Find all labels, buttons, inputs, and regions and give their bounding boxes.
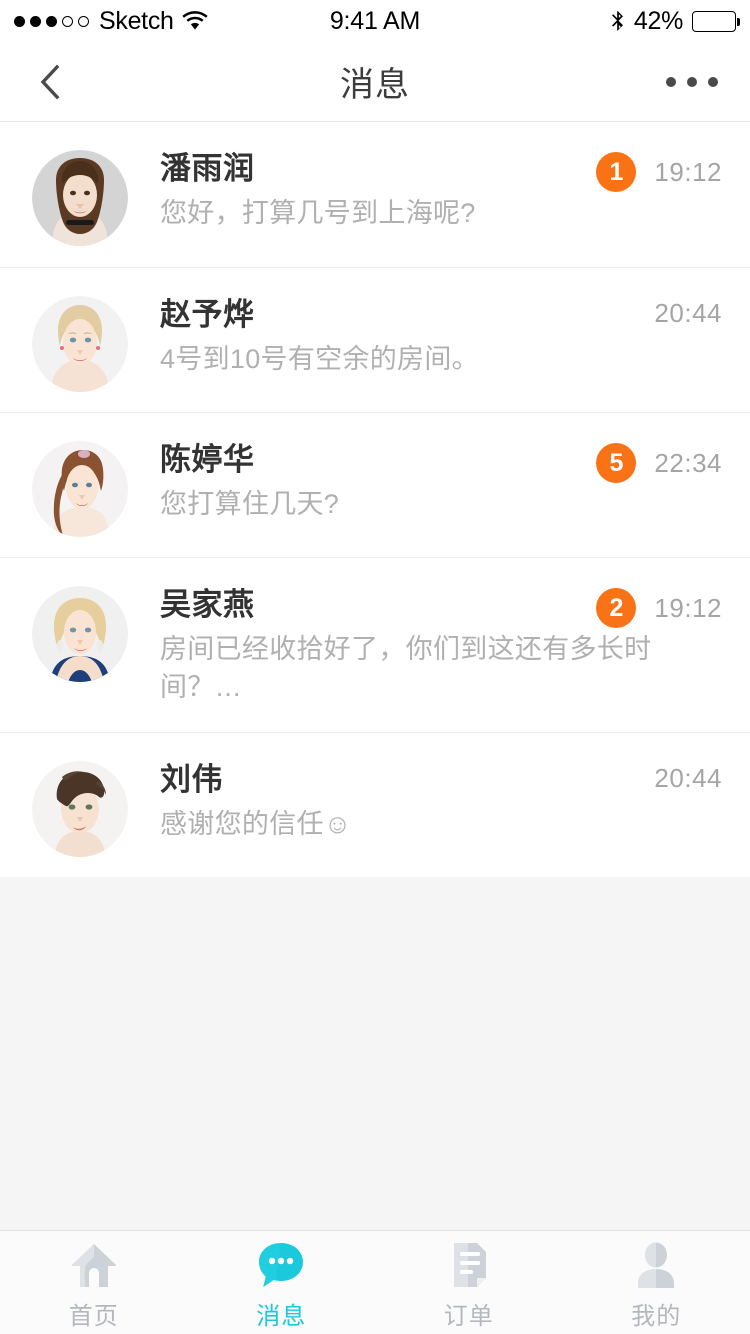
- tab-label: 订单: [443, 1302, 494, 1330]
- message-preview: 房间已经收拾好了，你们到这还有多长时间？…: [160, 634, 652, 702]
- avatar-liu-wei: [32, 761, 128, 857]
- message-time: 20:44: [654, 763, 722, 793]
- message-time: 22:34: [654, 447, 722, 478]
- tab-profile[interactable]: 我的: [563, 1231, 750, 1334]
- unread-badge: 5: [596, 443, 637, 483]
- nav-bar: 消息: [0, 42, 750, 122]
- battery-percentage: 42%: [633, 6, 683, 35]
- chat-bubble-icon: [255, 1239, 307, 1291]
- list-item-meta: 1 19:12: [596, 152, 722, 192]
- message-preview: 您好，打算几号到上海呢?: [160, 198, 476, 228]
- wifi-icon: [182, 11, 208, 31]
- battery-icon: [692, 10, 740, 32]
- back-chevron-icon: [39, 64, 61, 100]
- avatar-wu-jiayan: [32, 586, 128, 682]
- list-item-body: 刘伟 感谢您的信任☺: [128, 759, 720, 869]
- unread-badge: 1: [596, 152, 637, 192]
- home-icon: [68, 1239, 120, 1291]
- page-title: 消息: [340, 66, 410, 104]
- signal-strength-icon: [14, 15, 89, 27]
- list-item[interactable]: 刘伟 感谢您的信任☺ 20:44: [0, 732, 750, 877]
- avatar-chen-tinghua: [32, 441, 128, 537]
- list-item[interactable]: 吴家燕 房间已经收拾好了，你们到这还有多长时间？… 2 19:12: [0, 557, 750, 732]
- message-time: 19:12: [654, 592, 722, 623]
- message-preview: 4号到10号有空余的房间。: [160, 344, 479, 374]
- list-item[interactable]: 陈婷华 您打算住几天? 5 22:34: [0, 412, 750, 557]
- avatar-zhao-yuye: [32, 296, 128, 392]
- empty-area: [0, 877, 750, 1230]
- tab-orders[interactable]: 订单: [375, 1231, 563, 1334]
- phone-screen: Sketch 9:41 AM 42% 消息 潘雨润 您好，打算几号到上海呢? 1…: [0, 0, 750, 1334]
- bluetooth-icon: [610, 10, 625, 32]
- status-bar: Sketch 9:41 AM 42%: [0, 0, 750, 42]
- document-icon: [443, 1239, 495, 1291]
- list-item-meta: 5 22:34: [596, 443, 722, 483]
- list-item[interactable]: 赵予烨 4号到10号有空余的房间。 20:44: [0, 267, 750, 412]
- tab-label: 首页: [68, 1302, 119, 1330]
- unread-badge: 2: [596, 588, 637, 628]
- tab-home[interactable]: 首页: [0, 1231, 188, 1334]
- list-item-meta: 20:44: [654, 763, 722, 794]
- contact-name: 赵予烨: [160, 297, 255, 332]
- message-time: 20:44: [654, 298, 722, 328]
- more-options-icon: [666, 76, 676, 87]
- more-options-button[interactable]: [640, 42, 750, 122]
- status-bar-left: Sketch: [14, 7, 208, 36]
- avatar-pan-yurun: [32, 150, 128, 246]
- tab-messages[interactable]: 消息: [188, 1231, 376, 1334]
- message-preview: 感谢您的信任☺: [160, 809, 352, 839]
- list-item[interactable]: 潘雨润 您好，打算几号到上海呢? 1 19:12: [0, 122, 750, 267]
- message-time: 19:12: [654, 156, 722, 187]
- tab-bar: 首页 消息 订单 我的: [0, 1230, 750, 1334]
- message-preview: 您打算住几天?: [160, 489, 340, 519]
- tab-label: 消息: [256, 1302, 307, 1330]
- contact-name: 刘伟: [160, 762, 223, 797]
- list-item-meta: 2 19:12: [596, 588, 722, 628]
- status-bar-right: 42%: [610, 6, 740, 36]
- person-icon: [630, 1239, 682, 1291]
- carrier-name: Sketch: [99, 6, 174, 35]
- list-item-meta: 20:44: [654, 298, 722, 329]
- tab-label: 我的: [631, 1302, 682, 1330]
- list-item-body: 赵予烨 4号到10号有空余的房间。: [128, 294, 720, 404]
- conversation-list: 潘雨润 您好，打算几号到上海呢? 1 19:12 赵予烨 4号到10号有空余的房…: [0, 122, 750, 877]
- back-button[interactable]: [0, 42, 100, 122]
